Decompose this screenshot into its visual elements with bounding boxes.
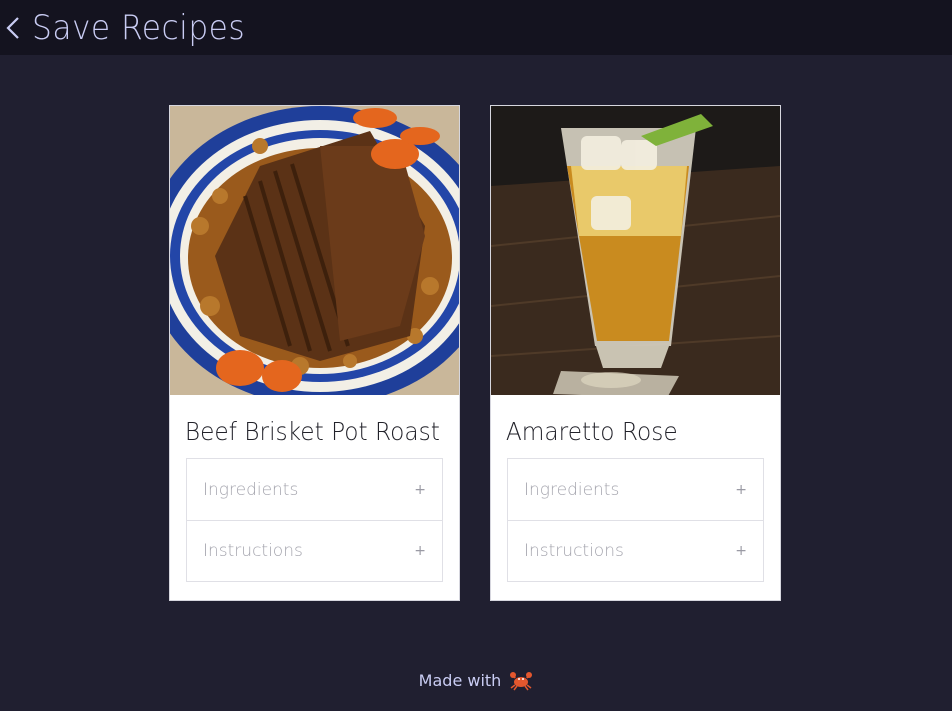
back-button[interactable]: Save Recipes [4, 8, 264, 48]
crab-icon [510, 672, 533, 691]
amaretto-rose-photo [491, 106, 780, 395]
chevron-left-icon [6, 16, 19, 39]
recipe-card: Amaretto Rose Ingredients + Instructions… [490, 105, 781, 601]
footer: Made with [0, 669, 952, 691]
ingredients-toggle[interactable]: Ingredients + [187, 459, 442, 520]
recipe-title: Amaretto Rose [505, 417, 678, 446]
beef-brisket-photo [170, 106, 459, 395]
instructions-toggle[interactable]: Instructions + [508, 520, 763, 581]
section-label: Instructions [524, 541, 624, 561]
recipe-accordion: Ingredients + Instructions + [507, 458, 764, 582]
plus-icon: + [735, 543, 747, 559]
recipe-list: Beef Brisket Pot Roast Ingredients + Ins… [169, 105, 781, 601]
instructions-toggle[interactable]: Instructions + [187, 520, 442, 581]
ingredients-toggle[interactable]: Ingredients + [508, 459, 763, 520]
footer-text: Made with [418, 670, 502, 690]
page-title: Save Recipes [32, 7, 246, 48]
section-label: Ingredients [524, 479, 620, 500]
recipe-title: Beef Brisket Pot Roast [184, 417, 440, 446]
section-label: Instructions [203, 541, 303, 561]
section-label: Ingredients [203, 479, 299, 500]
plus-icon: + [414, 481, 426, 498]
recipe-card: Beef Brisket Pot Roast Ingredients + Ins… [169, 105, 460, 601]
recipe-accordion: Ingredients + Instructions + [186, 458, 443, 582]
plus-icon: + [414, 543, 426, 559]
app-header: Save Recipes [0, 0, 952, 55]
plus-icon: + [735, 481, 747, 498]
